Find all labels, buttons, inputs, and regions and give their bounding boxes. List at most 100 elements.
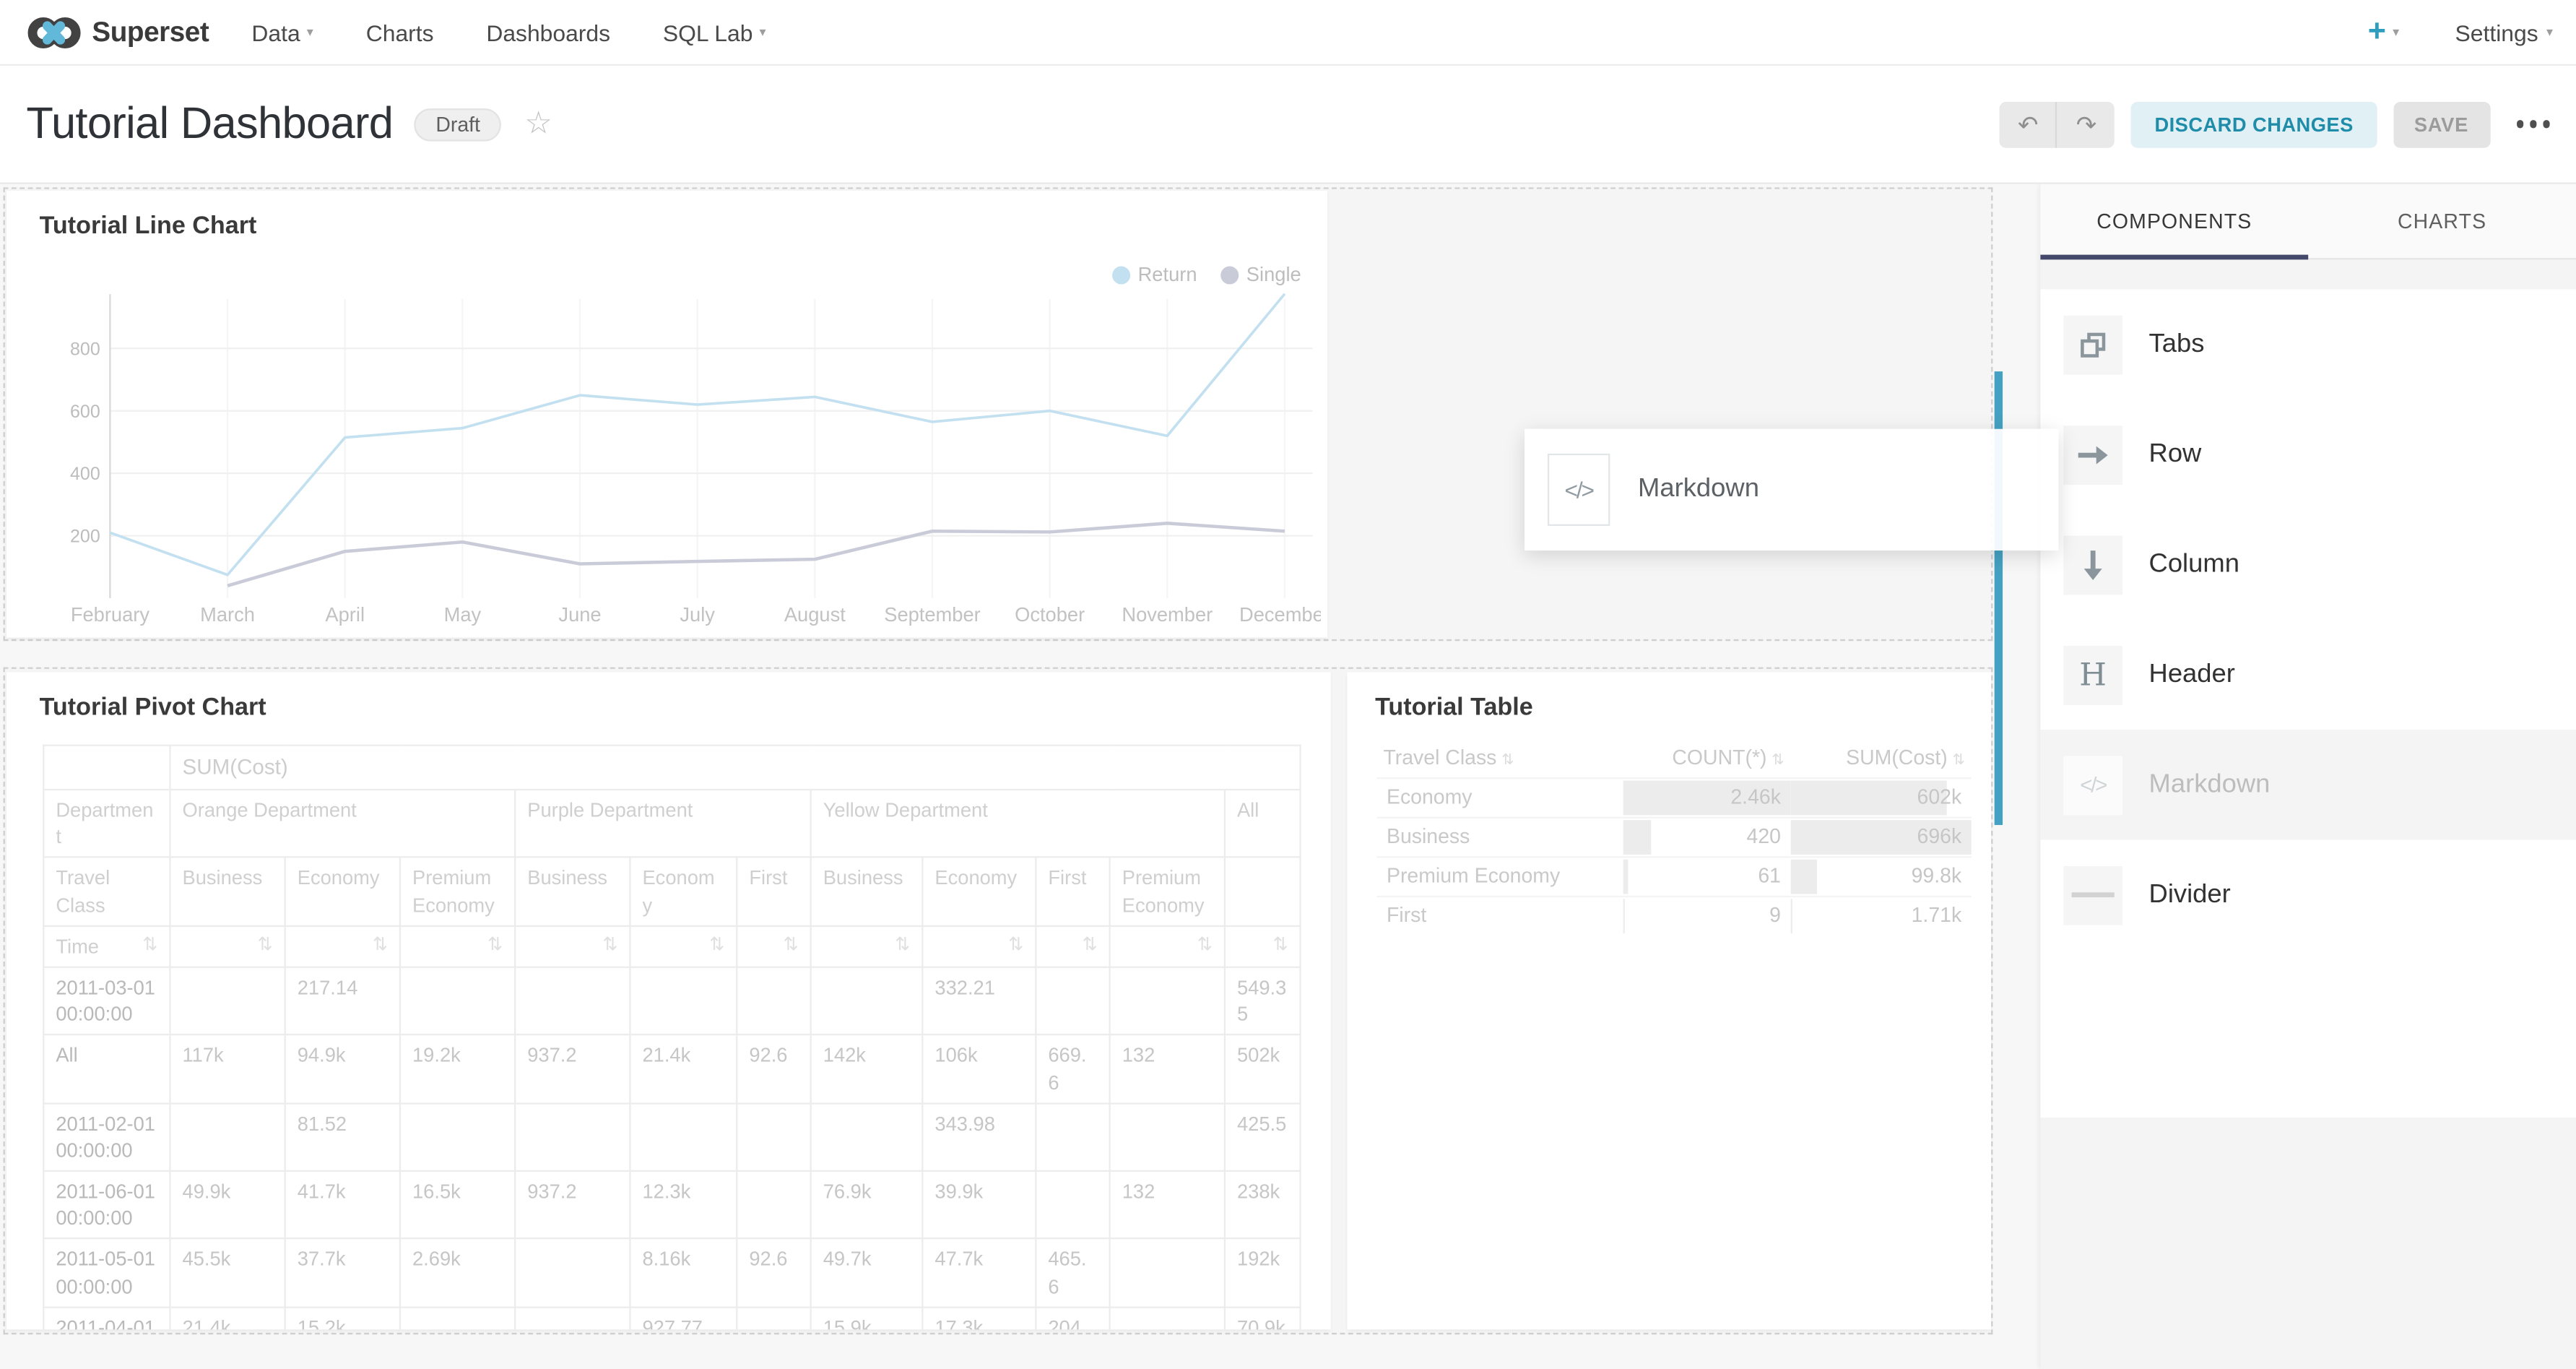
component-item-markdown[interactable]: </> Markdown	[2040, 730, 2576, 839]
column-header[interactable]: SUM(Cost)⇅	[1791, 738, 1972, 777]
legend-dot	[1111, 265, 1129, 283]
dashboard-workspace: Tutorial Line Chart Return Single 200 400…	[0, 184, 2576, 1369]
tab-components[interactable]: COMPONENTS	[2040, 184, 2308, 258]
nav-item-dashboards[interactable]: Dashboards	[460, 0, 637, 65]
tab-charts[interactable]: CHARTS	[2308, 184, 2576, 258]
page-title[interactable]: Tutorial Dashboard	[26, 98, 393, 150]
svg-text:400: 400	[70, 464, 100, 484]
plus-icon: +	[2368, 17, 2386, 48]
svg-text:September: September	[884, 603, 980, 626]
row-arrow-icon	[2063, 425, 2122, 484]
chart-title: Tutorial Line Chart	[40, 212, 257, 240]
component-item-tabs[interactable]: Tabs	[2040, 289, 2576, 399]
svg-text:August: August	[784, 603, 846, 626]
line-chart-card[interactable]: Tutorial Line Chart Return Single 200 400…	[6, 191, 1327, 638]
sort-icon[interactable]: ⇅	[1197, 933, 1213, 958]
svg-text:April: April	[325, 603, 365, 626]
redo-icon: ↷	[2076, 109, 2097, 139]
component-item-header[interactable]: H Header	[2040, 620, 2576, 730]
sort-icon[interactable]: ⇅	[895, 933, 910, 958]
table-row: Premium Economy6199.8k	[1376, 856, 1972, 896]
sort-icon[interactable]: ⇅	[784, 933, 799, 958]
chevron-down-icon: ▾	[760, 25, 766, 39]
new-item-button[interactable]: + ▾	[2362, 0, 2406, 65]
sort-icon[interactable]: ⇅	[258, 933, 273, 958]
status-badge: Draft	[415, 108, 502, 140]
sort-icon[interactable]: ⇅	[1008, 933, 1023, 958]
redo-button[interactable]: ↷	[2057, 101, 2115, 147]
dashboard-header: Tutorial Dashboard Draft ☆ ↶ ↷ DISCARD C…	[0, 66, 2576, 184]
data-table: Travel Class⇅COUNT(*)⇅SUM(Cost)⇅Economy2…	[1376, 738, 1972, 935]
table-row: First91.71k	[1376, 896, 1972, 936]
component-item-column[interactable]: Column	[2040, 509, 2576, 619]
table-chart-card[interactable]: Tutorial Table Travel Class⇅COUNT(*)⇅SUM…	[1347, 672, 1991, 1329]
nav-item-data[interactable]: Data ▾	[225, 0, 339, 65]
svg-text:800: 800	[70, 339, 100, 359]
svg-text:July: July	[680, 603, 715, 626]
sort-icon: ⇅	[1771, 751, 1784, 767]
dashboard-row[interactable]: Tutorial Pivot Chart SUM(Cost)Department…	[4, 668, 1993, 1335]
chevron-down-icon: ▾	[307, 25, 313, 39]
component-item-row[interactable]: Row	[2040, 400, 2576, 509]
sort-icon: ⇅	[1953, 751, 1965, 767]
table-row: Economy2.46k602k	[1376, 777, 1972, 817]
sort-icon[interactable]: ⇅	[709, 933, 724, 958]
svg-text:December: December	[1239, 603, 1321, 626]
pivot-table: SUM(Cost)DepartmentOrange DepartmentPurp…	[43, 745, 1301, 1330]
legend-dot	[1220, 265, 1238, 283]
chevron-down-icon: ▾	[2546, 25, 2553, 39]
brand-name: Superset	[92, 16, 209, 48]
dragged-markdown-card[interactable]: </> Markdown	[1525, 429, 2058, 550]
divider-icon	[2063, 865, 2122, 925]
pivot-chart-card[interactable]: Tutorial Pivot Chart SUM(Cost)Department…	[6, 672, 1331, 1329]
more-options-button[interactable]	[2512, 111, 2553, 138]
settings-menu[interactable]: Settings ▾	[2412, 19, 2553, 45]
nav-item-charts[interactable]: Charts	[339, 0, 460, 65]
pivot-table-grid: SUM(Cost)DepartmentOrange DepartmentPurp…	[43, 745, 1301, 1330]
undo-button[interactable]: ↶	[2000, 101, 2058, 147]
svg-text:200: 200	[70, 527, 100, 547]
legend-item-return[interactable]: Return	[1111, 263, 1197, 286]
superset-logo[interactable]: Superset	[0, 11, 225, 53]
sort-icon[interactable]: ⇅	[487, 933, 503, 958]
infinity-logo-icon	[26, 11, 82, 53]
dashboard-row[interactable]: Tutorial Line Chart Return Single 200 400…	[4, 187, 1993, 641]
undo-icon: ↶	[2018, 109, 2039, 139]
chart-legend: Return Single	[1111, 263, 1301, 286]
svg-text:600: 600	[70, 402, 100, 422]
markdown-icon: </>	[2063, 755, 2122, 814]
sort-icon[interactable]: ⇅	[602, 933, 617, 958]
sort-icon[interactable]: ⇅	[142, 933, 157, 958]
component-item-divider[interactable]: Divider	[2040, 839, 2576, 949]
svg-text:November: November	[1122, 603, 1213, 626]
svg-text:February: February	[71, 603, 150, 626]
nav-item-sql-lab[interactable]: SQL Lab ▾	[636, 0, 792, 65]
pivot-row: All117k94.9k19.2k937.221.4k92.6142k106k6…	[43, 1035, 1300, 1103]
dashboard-canvas: Tutorial Line Chart Return Single 200 400…	[0, 184, 2040, 1369]
sidebar-tabs: COMPONENTS CHARTS	[2040, 184, 2576, 260]
sort-icon: ⇅	[1501, 751, 1514, 767]
legend-item-single[interactable]: Single	[1220, 263, 1301, 286]
save-button[interactable]: SAVE	[2393, 101, 2489, 147]
svg-text:October: October	[1015, 603, 1085, 626]
favorite-star-icon[interactable]: ☆	[524, 108, 552, 139]
line-chart-plot: 200400600800FebruaryMarchAprilMayJuneJul…	[6, 286, 1321, 638]
top-navbar: Superset Data ▾ Charts Dashboards SQL La…	[0, 0, 2576, 66]
svg-text:May: May	[444, 603, 482, 626]
table-row: Business420696k	[1376, 817, 1972, 857]
column-header[interactable]: Travel Class⇅	[1376, 738, 1623, 777]
pivot-row: 2011-02-01 00:00:0081.52343.98425.5	[43, 1103, 1300, 1171]
pivot-row: 2011-03-01 00:00:00217.14332.21549.35	[43, 967, 1300, 1035]
sort-icon[interactable]: ⇅	[1083, 933, 1098, 958]
chevron-down-icon: ▾	[2393, 25, 2399, 39]
svg-text:June: June	[558, 603, 601, 626]
chart-title: Tutorial Pivot Chart	[40, 694, 266, 722]
chart-title: Tutorial Table	[1375, 694, 1533, 722]
markdown-icon: </>	[1548, 454, 1610, 526]
column-header[interactable]: COUNT(*)⇅	[1623, 738, 1791, 777]
discard-changes-button[interactable]: DISCARD CHANGES	[2132, 101, 2377, 147]
sort-icon[interactable]: ⇅	[1273, 933, 1288, 958]
drag-label: Markdown	[1638, 475, 1759, 504]
sidebar-strip	[2040, 259, 2576, 289]
sort-icon[interactable]: ⇅	[373, 933, 388, 958]
